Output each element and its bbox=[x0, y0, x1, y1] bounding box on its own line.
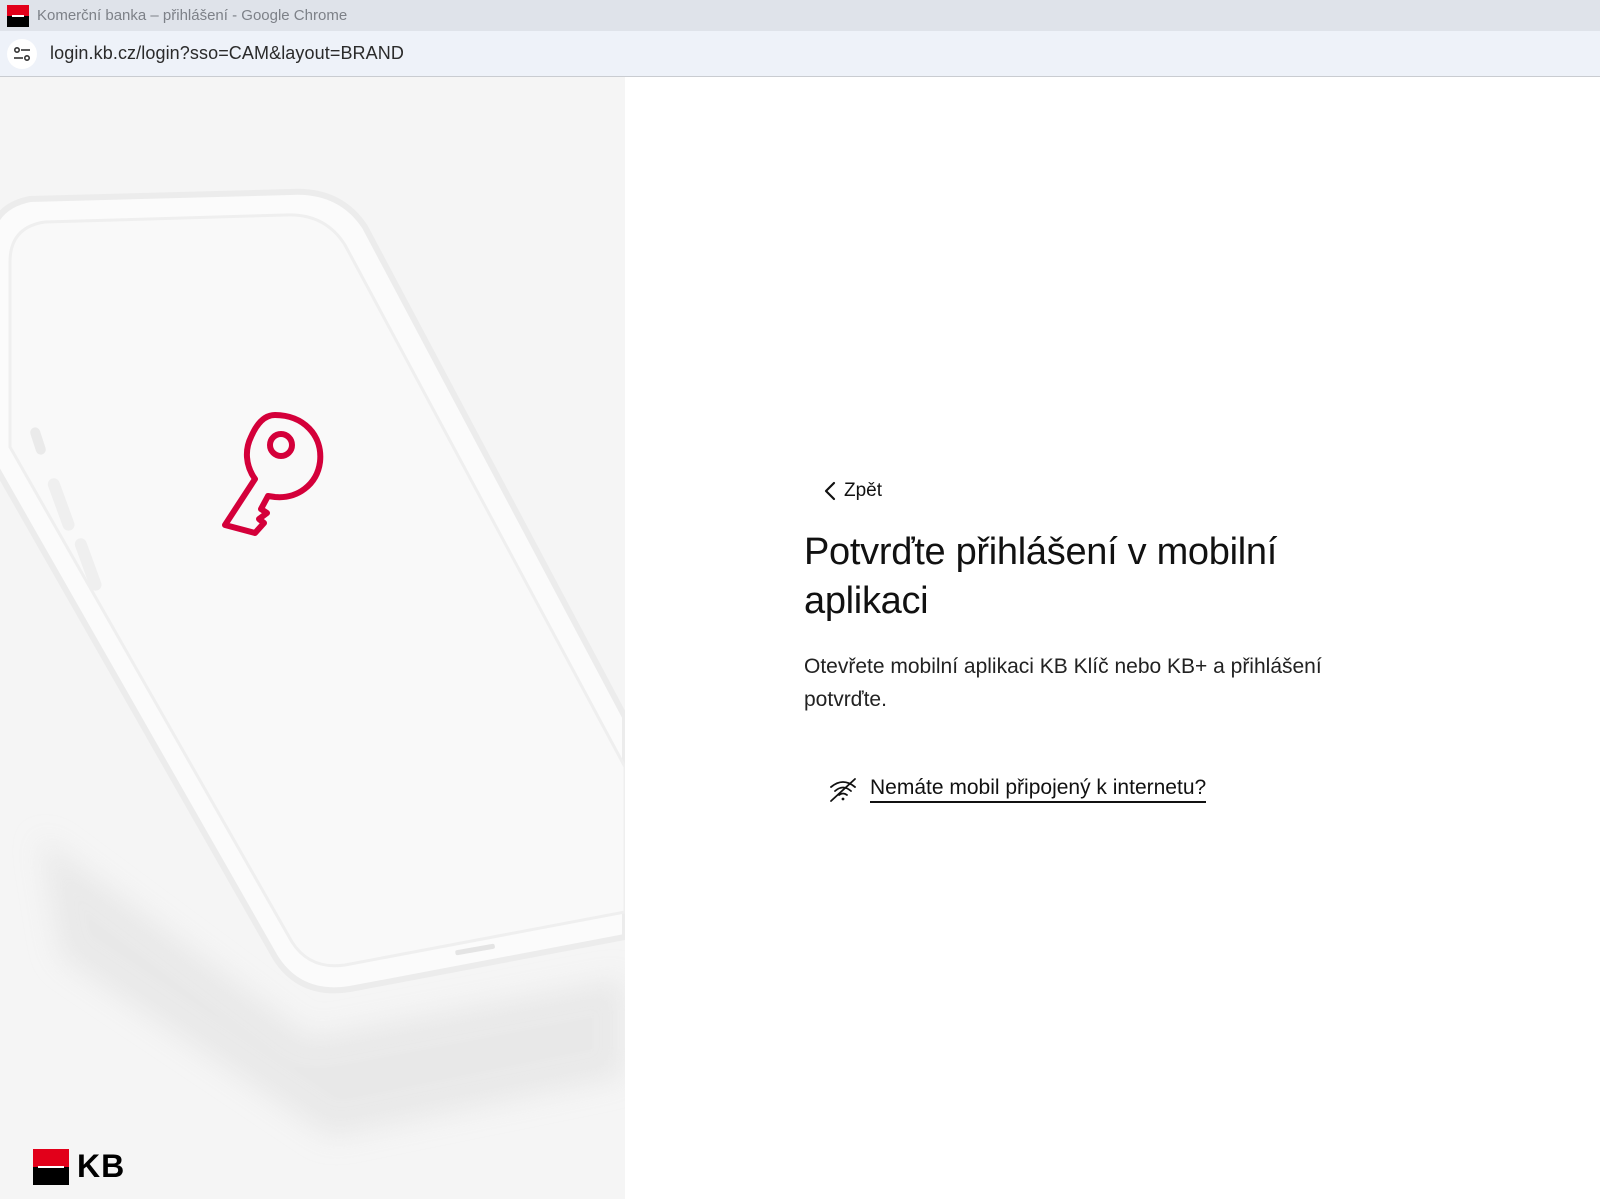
illustration-panel: KB bbox=[0, 77, 625, 1199]
site-info-button[interactable] bbox=[7, 38, 37, 69]
tune-icon bbox=[13, 46, 31, 61]
instruction-text: Otevřete mobilní aplikaci KB Klíč nebo K… bbox=[804, 655, 1322, 711]
browser-title-bar: Komerční banka – přihlášení - Google Chr… bbox=[0, 0, 1600, 31]
login-confirmation: Zpět Potvrďte přihlášení v mobilní aplik… bbox=[804, 480, 1404, 803]
chevron-left-icon bbox=[824, 481, 836, 501]
no-wifi-icon bbox=[830, 777, 856, 802]
phone-illustration bbox=[0, 188, 625, 1137]
window-title: Komerční banka – přihlášení - Google Chr… bbox=[37, 7, 348, 24]
kb-logo: KB bbox=[33, 1148, 125, 1185]
url-text[interactable]: login.kb.cz/login?sso=CAM&layout=BRAND bbox=[50, 43, 404, 64]
key-icon bbox=[222, 412, 324, 536]
back-label: Zpět bbox=[844, 480, 883, 501]
kb-logo-text: KB bbox=[77, 1148, 126, 1184]
kb-favicon-icon bbox=[7, 4, 29, 27]
page-title: Potvrďte přihlášení v mobilní aplikaci bbox=[804, 531, 1277, 622]
kb-logo-mark-icon bbox=[33, 1148, 69, 1185]
back-button[interactable]: Zpět bbox=[824, 480, 882, 502]
offline-link-label: Nemáte mobil připojený k internetu? bbox=[870, 776, 1207, 803]
address-bar[interactable]: login.kb.cz/login?sso=CAM&layout=BRAND bbox=[0, 31, 1600, 77]
offline-login-link[interactable]: Nemáte mobil připojený k internetu? bbox=[828, 776, 1404, 803]
